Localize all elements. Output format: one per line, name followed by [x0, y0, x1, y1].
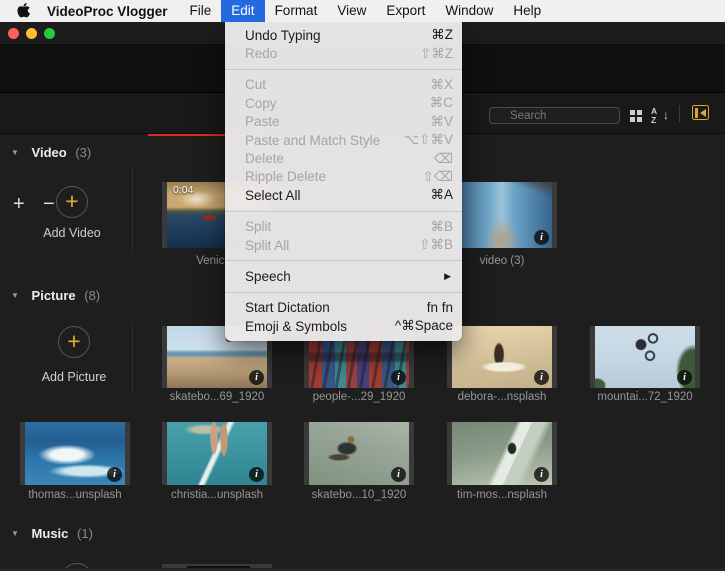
info-icon[interactable]: i — [249, 370, 264, 385]
zoom-button[interactable] — [44, 28, 55, 39]
menu-item-paste-match-style: Paste and Match Style⌥⇧⌘V — [225, 131, 462, 149]
menu-item-split-all: Split All⇧⌘B — [225, 236, 462, 254]
section-title: Video — [32, 145, 67, 160]
menu-item-redo: Redo⇧⌘Z — [225, 44, 462, 62]
menu-separator — [225, 292, 462, 293]
macos-menu-bar: VideoProc Vlogger File Edit Format View … — [0, 0, 725, 22]
media-item-video3[interactable]: i — [447, 182, 557, 248]
apple-menu-icon[interactable] — [17, 3, 30, 19]
menu-item-split: Split⌘B — [225, 218, 462, 236]
section-count: (8) — [84, 288, 100, 303]
menu-separator — [225, 69, 462, 70]
menu-item-cut: Cut⌘X — [225, 76, 462, 94]
info-icon[interactable]: i — [249, 467, 264, 482]
add-picture-button[interactable]: + — [58, 326, 90, 358]
submenu-arrow-icon: ▶ — [444, 271, 453, 282]
column-divider — [132, 168, 133, 254]
menu-item-copy: Copy⌘C — [225, 94, 462, 112]
info-icon[interactable]: i — [534, 230, 549, 245]
menu-item-speech[interactable]: Speech▶ — [225, 267, 462, 285]
media-item-caption: mountai...72_1920 — [580, 391, 710, 403]
add-video-button[interactable]: + — [56, 186, 88, 218]
section-header-picture[interactable]: ▼ Picture (8) — [11, 288, 100, 303]
collapse-panel-icon[interactable] — [692, 105, 709, 120]
menu-separator — [225, 260, 462, 261]
info-icon[interactable]: i — [107, 467, 122, 482]
section-header-video[interactable]: ▼ Video (3) — [11, 145, 91, 160]
info-icon[interactable]: i — [534, 370, 549, 385]
add-media-button[interactable]: + — [13, 194, 25, 214]
media-item-caption: skatebo...10_1920 — [294, 489, 424, 501]
section-count: (1) — [77, 526, 93, 541]
media-item-caption: debora-...nsplash — [437, 391, 567, 403]
media-item-wave[interactable]: i — [20, 422, 130, 485]
menu-separator — [225, 211, 462, 212]
menubar-app-name[interactable]: VideoProc Vlogger — [47, 4, 168, 19]
picture-thumbnail: i — [452, 326, 552, 388]
menubar-item-help[interactable]: Help — [503, 0, 551, 22]
media-item-surfer[interactable]: i — [447, 422, 557, 485]
section-title: Picture — [32, 288, 76, 303]
section-count: (3) — [75, 145, 91, 160]
info-icon[interactable]: i — [391, 370, 406, 385]
media-item-surfer-girl[interactable]: i — [447, 326, 557, 388]
sort-az-icon[interactable]: AZ↓ — [650, 107, 669, 124]
menubar-item-file[interactable]: File — [180, 0, 222, 22]
media-item-caption: christia...unsplash — [152, 489, 282, 501]
menu-item-select-all[interactable]: Select All⌘A — [225, 186, 462, 204]
add-video-label: Add Video — [12, 226, 132, 240]
collapse-triangle-icon[interactable]: ▼ — [11, 291, 19, 300]
menu-item-undo-typing[interactable]: Undo Typing⌘Z — [225, 26, 462, 44]
media-item-caption: tim-mos...nsplash — [437, 489, 567, 501]
menubar-item-window[interactable]: Window — [435, 0, 503, 22]
collapse-triangle-icon[interactable]: ▼ — [11, 529, 19, 538]
picture-thumbnail: i — [167, 422, 267, 485]
menubar-item-view[interactable]: View — [327, 0, 376, 22]
media-item-skateboard-air[interactable]: i — [304, 422, 414, 485]
menubar-item-edit[interactable]: Edit — [221, 0, 264, 22]
menu-item-delete: Delete⌫ — [225, 149, 462, 167]
info-icon[interactable]: i — [534, 467, 549, 482]
media-item-caption: thomas...unsplash — [10, 489, 140, 501]
videoproc-vlogger-window: Media Library Effects + − AZ↓ ▼ Video (3… — [0, 0, 725, 571]
grid-view-icon[interactable] — [630, 110, 642, 122]
info-icon[interactable]: i — [391, 467, 406, 482]
search-input[interactable] — [489, 107, 620, 124]
edit-menu-dropdown: Undo Typing⌘Z Redo⇧⌘Z Cut⌘X Copy⌘C Paste… — [225, 22, 462, 341]
media-item-bike-jump[interactable]: i — [590, 326, 700, 388]
info-icon[interactable]: i — [677, 370, 692, 385]
section-header-music[interactable]: ▼ Music (1) — [11, 526, 93, 541]
plus-icon: + — [67, 330, 80, 353]
menu-item-paste: Paste⌘V — [225, 113, 462, 131]
menu-item-emoji-symbols[interactable]: Emoji & Symbols^⌘Space — [225, 317, 462, 335]
media-item-tennis[interactable]: i — [162, 422, 272, 485]
menu-item-ripple-delete: Ripple Delete⇧⌫ — [225, 168, 462, 186]
picture-thumbnail: i — [452, 422, 552, 485]
media-item-caption: people-...29_1920 — [294, 391, 424, 403]
menubar-item-format[interactable]: Format — [265, 0, 328, 22]
picture-thumbnail: i — [25, 422, 125, 485]
toolbar-divider — [679, 105, 680, 122]
picture-thumbnail: i — [309, 422, 409, 485]
media-item-caption: skatebo...69_1920 — [152, 391, 282, 403]
collapse-triangle-icon[interactable]: ▼ — [11, 148, 19, 157]
remove-media-button[interactable]: − — [43, 194, 55, 214]
add-picture-label: Add Picture — [14, 370, 134, 384]
minimize-button[interactable] — [26, 28, 37, 39]
plus-icon: + — [65, 190, 78, 213]
menubar-item-export[interactable]: Export — [376, 0, 435, 22]
duration-badge: 0:04 — [173, 184, 193, 196]
menu-item-start-dictation[interactable]: Start Dictationfn fn — [225, 299, 462, 317]
section-title: Music — [32, 526, 69, 541]
video-thumbnail: i — [452, 182, 552, 248]
picture-thumbnail: i — [595, 326, 695, 388]
close-button[interactable] — [8, 28, 19, 39]
